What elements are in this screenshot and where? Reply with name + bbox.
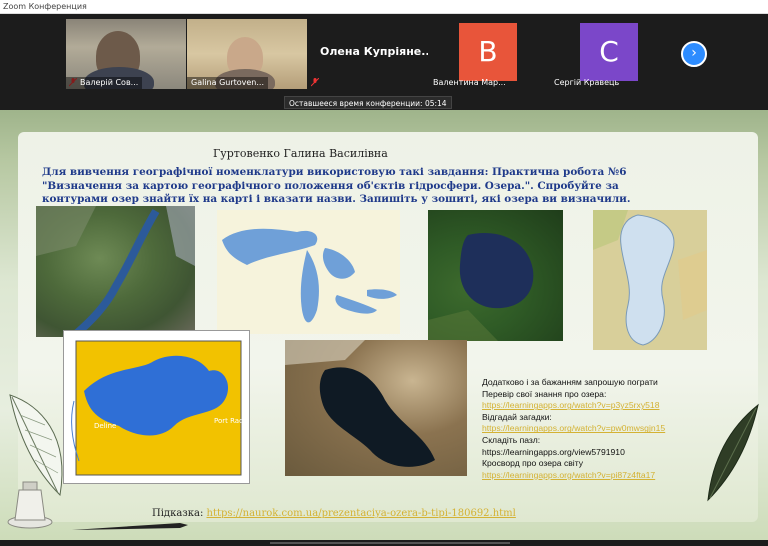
inkwell-icon — [7, 481, 53, 529]
lake-satellite-image — [36, 206, 195, 337]
participant-tile-4[interactable]: В Валентина Мар... — [429, 19, 549, 89]
great-lakes-outline-image — [217, 210, 400, 334]
map-label: Port Radium — [214, 417, 250, 425]
participant-tile-1[interactable]: Валерій Сов... — [66, 19, 186, 89]
slide-task-text: Для вивчення географічної номенклатури в… — [42, 166, 631, 205]
participant-tile-3[interactable]: Олена Купріяне... — [308, 19, 428, 89]
great-bear-lake-map-image: Deline Port Radium — [63, 330, 250, 484]
avatar: С — [580, 23, 638, 81]
extra-line: Кросворд про озера світу — [482, 458, 584, 469]
extra-line: Додатково і за бажанням запрошую пограти — [482, 377, 658, 387]
window-titlebar: Zoom Конференция — [0, 0, 768, 14]
extra-line: Відгадай загадки: — [482, 411, 552, 422]
quiz-link[interactable]: https://learningapps.org/watch?v=p3yz5rx… — [482, 400, 722, 412]
lake-titicaca-satellite-image — [285, 340, 467, 476]
extra-links-block: Додатково і за бажанням запрошую пограти… — [482, 377, 722, 481]
caspian-sea-map-image — [593, 210, 707, 350]
hint-link[interactable]: https://naurok.com.ua/prezentaciya-ozera… — [207, 508, 516, 519]
slide-author: Гуртовенко Галина Василівна — [213, 147, 388, 160]
participant-name: Олена Купріяне... — [320, 45, 428, 58]
extra-line: Перевір свої знання про озера: — [482, 388, 607, 399]
chevron-right-icon: › — [691, 45, 697, 61]
participant-tile-2[interactable]: Galina Gurtoven... — [187, 19, 307, 89]
riddles-link[interactable]: https://learningapps.org/watch?v=pw0mwsg… — [482, 423, 722, 435]
participant-name: Сергій Кравець — [554, 78, 620, 87]
meeting-timer: Оставшееся время конференции: 05:14 — [284, 96, 452, 109]
crossword-link[interactable]: https://learningapps.org/watch?v=pi87z4f… — [482, 470, 722, 482]
hint-line: Підказка: https://naurok.com.ua/prezenta… — [152, 508, 516, 519]
map-label: Deline — [94, 422, 116, 430]
avatar: В — [459, 23, 517, 81]
participant-name: Валерій Сов... — [66, 77, 143, 89]
scroll-track[interactable] — [270, 542, 510, 544]
next-page-button[interactable]: › — [681, 41, 707, 67]
hint-label: Підказка: — [152, 508, 204, 519]
participant-name: Galina Gurtoven... — [187, 77, 269, 89]
participant-tile-5[interactable]: С Сергій Кравець — [550, 19, 670, 89]
extra-line: Складіть пазл: — [482, 434, 541, 445]
puzzle-link[interactable]: https://learningapps.org/view5791910 — [482, 447, 722, 459]
muted-mic-icon — [311, 78, 319, 87]
pen-icon — [72, 523, 188, 530]
participant-name: Валентина Мар... — [433, 78, 506, 87]
lake-victoria-satellite-image — [428, 210, 563, 341]
